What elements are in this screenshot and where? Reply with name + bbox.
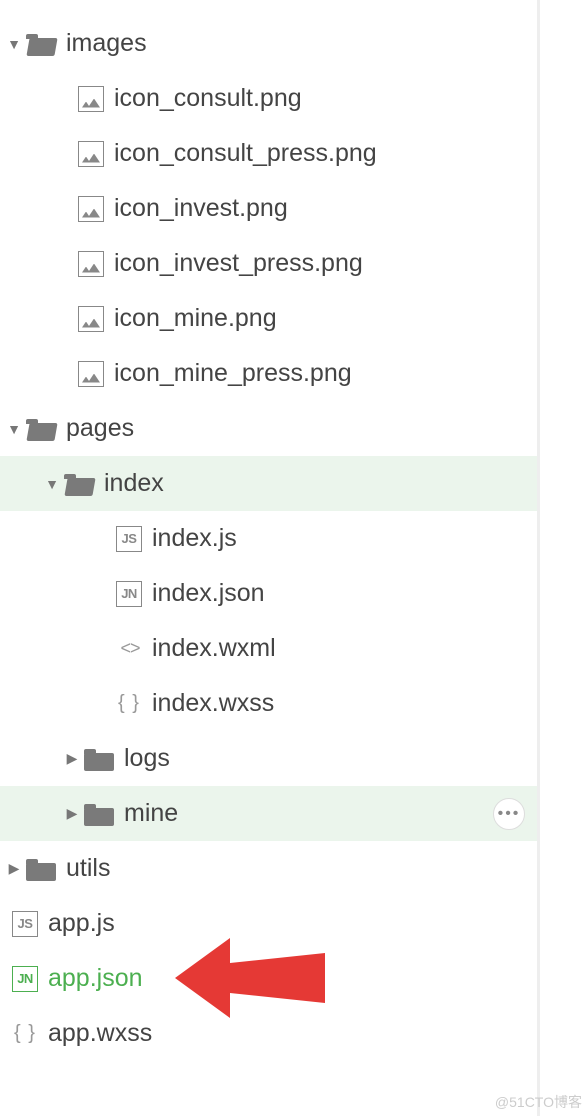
folder-index[interactable]: ▼ index: [0, 456, 537, 511]
image-file-icon: [78, 86, 104, 112]
image-file-icon: [78, 196, 104, 222]
image-file-icon: [78, 306, 104, 332]
folder-open-icon: [64, 472, 94, 496]
file-app-json[interactable]: JN app.json: [0, 951, 537, 1006]
file-label: icon_invest.png: [114, 194, 288, 223]
file-label: index.js: [152, 524, 237, 553]
folder-open-icon: [26, 417, 56, 441]
chevron-down-icon: ▼: [6, 36, 22, 52]
js-file-icon: JS: [12, 911, 38, 937]
file-label: icon_mine_press.png: [114, 359, 352, 388]
folder-open-icon: [26, 32, 56, 56]
more-menu-button[interactable]: •••: [493, 798, 525, 830]
file-icon-consult-press[interactable]: icon_consult_press.png: [0, 126, 537, 181]
chevron-down-icon: ▼: [6, 421, 22, 437]
folder-logs[interactable]: ▶ logs: [0, 731, 537, 786]
folder-icon: [84, 802, 114, 826]
chevron-down-icon: ▼: [44, 476, 60, 492]
file-index-json[interactable]: JN index.json: [0, 566, 537, 621]
file-icon-consult[interactable]: icon_consult.png: [0, 71, 537, 126]
folder-icon: [84, 747, 114, 771]
file-index-js[interactable]: JS index.js: [0, 511, 537, 566]
file-label: icon_invest_press.png: [114, 249, 363, 278]
image-file-icon: [78, 361, 104, 387]
image-file-icon: [78, 141, 104, 167]
image-file-icon: [78, 251, 104, 277]
json-file-icon: JN: [116, 581, 142, 607]
folder-label: mine: [124, 799, 178, 828]
chevron-right-icon: ▶: [64, 805, 80, 822]
file-icon-mine-press[interactable]: icon_mine_press.png: [0, 346, 537, 401]
folder-label: index: [104, 469, 164, 498]
chevron-right-icon: ▶: [64, 750, 80, 767]
file-icon-invest-press[interactable]: icon_invest_press.png: [0, 236, 537, 291]
file-tree: ▼ images icon_consult.png icon_consult_p…: [0, 0, 540, 1116]
folder-label: logs: [124, 744, 170, 773]
file-label: icon_consult_press.png: [114, 139, 377, 168]
file-label: index.json: [152, 579, 265, 608]
wxss-file-icon: { }: [12, 1021, 38, 1047]
file-index-wxss[interactable]: { } index.wxss: [0, 676, 537, 731]
file-index-wxml[interactable]: < > index.wxml: [0, 621, 537, 676]
file-label: icon_mine.png: [114, 304, 277, 333]
chevron-right-icon: ▶: [6, 860, 22, 877]
file-app-js[interactable]: JS app.js: [0, 896, 537, 951]
json-file-icon: JN: [12, 966, 38, 992]
folder-mine[interactable]: ▶ mine •••: [0, 786, 537, 841]
folder-label: pages: [66, 414, 134, 443]
file-label: app.js: [48, 909, 115, 938]
file-label: index.wxss: [152, 689, 274, 718]
folder-label: images: [66, 29, 147, 58]
folder-label: utils: [66, 854, 110, 883]
file-icon-invest[interactable]: icon_invest.png: [0, 181, 537, 236]
file-label: icon_consult.png: [114, 84, 302, 113]
folder-images[interactable]: ▼ images: [0, 16, 537, 71]
wxss-file-icon: { }: [116, 691, 142, 717]
file-label: app.json: [48, 964, 143, 993]
js-file-icon: JS: [116, 526, 142, 552]
file-icon-mine[interactable]: icon_mine.png: [0, 291, 537, 346]
file-label: app.wxss: [48, 1019, 152, 1048]
folder-utils[interactable]: ▶ utils: [0, 841, 537, 896]
watermark: @51CTO博客: [495, 1092, 582, 1112]
folder-pages[interactable]: ▼ pages: [0, 401, 537, 456]
file-app-wxss[interactable]: { } app.wxss: [0, 1006, 537, 1061]
folder-icon: [26, 857, 56, 881]
file-label: index.wxml: [152, 634, 276, 663]
wxml-file-icon: < >: [116, 636, 142, 662]
